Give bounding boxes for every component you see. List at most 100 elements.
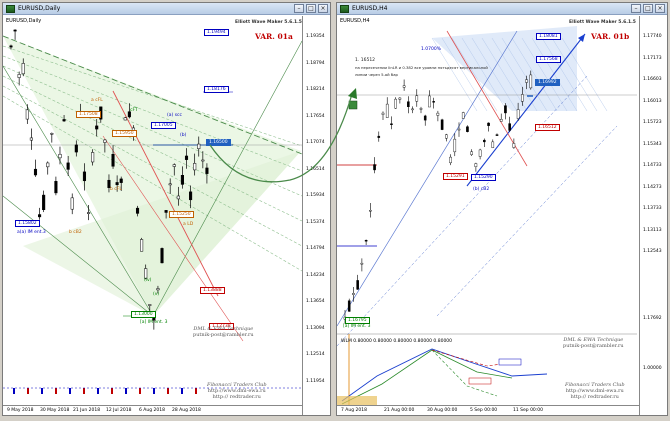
candle-body <box>377 135 381 138</box>
price-tag: 1.19494 <box>204 29 229 36</box>
candle-body <box>144 268 148 279</box>
price-axis-tick: 1.14794 <box>306 246 325 251</box>
histogram-bar <box>55 388 57 394</box>
price-tag: 1.16512 <box>535 124 560 131</box>
price-axis-tick: 1.13654 <box>306 299 325 304</box>
candle-body <box>17 74 21 78</box>
close-button[interactable]: × <box>318 4 328 13</box>
right-chart-window[interactable]: EURUSD,H4 – □ × EURUSD,H4 Elliott Wave M… <box>336 2 668 416</box>
candle-body <box>82 171 87 182</box>
candle-body <box>33 168 38 176</box>
minimize-button[interactable]: – <box>631 4 641 13</box>
price-axis-tick: 1.16514 <box>306 166 325 172</box>
time-highlight <box>337 396 377 405</box>
maximize-button[interactable]: □ <box>306 4 316 13</box>
candle-body <box>423 115 427 121</box>
price-tag: 1.13000 <box>131 311 156 318</box>
left-time-axis[interactable]: 9 May 2018 30 May 2018 21 Jun 2018 12 Jul 2… <box>3 405 302 415</box>
right-time-axis[interactable]: 7 Aug 2018 21 Aug 00:00 30 Aug 00:00 5 Sep … <box>337 405 639 415</box>
wave-label: cFT <box>130 108 138 113</box>
price-axis-tick: 1.13113 <box>643 227 662 233</box>
left-price-axis[interactable]: 1.19354 1.18794 1.18214 1.17654 1.17074 1.165… <box>302 16 330 415</box>
price-axis-tick: 1.17074 <box>306 140 325 145</box>
candle-body <box>74 144 78 153</box>
candle-body <box>352 293 355 295</box>
left-window-titlebar[interactable]: EURUSD,Daily – □ × <box>3 3 330 15</box>
candle-body <box>168 183 172 186</box>
minimize-button[interactable]: – <box>294 4 304 13</box>
time-axis-tick: 21 Jun 2018 <box>73 408 101 413</box>
price-axis-tick: 1.14273 <box>643 184 662 190</box>
price-tag: 1.15250 <box>169 211 194 218</box>
candle-body <box>176 195 180 200</box>
price-tag: 1.15290 <box>471 174 496 181</box>
left-chart-window[interactable]: EURUSD,Daily – □ × EURUSD,Daily Elliott … <box>2 2 331 416</box>
price-axis-tick: 1.19354 <box>306 34 325 39</box>
wave-label: (a) scc <box>167 113 182 118</box>
marker-icon <box>348 100 358 110</box>
right-variant-label: VAR. 01b <box>591 32 630 41</box>
histogram-bar <box>13 388 15 394</box>
candle-body <box>381 112 385 115</box>
candle-body <box>390 123 393 125</box>
candle-body <box>360 262 364 265</box>
right-window-titlebar[interactable]: EURUSD,H4 – □ × <box>337 3 667 15</box>
osc-tag <box>498 358 522 366</box>
candle-body <box>449 156 452 164</box>
price-tag: 1.18176 <box>204 86 229 93</box>
wave-label: [a] IM ent. 3 <box>140 320 168 325</box>
left-symbol-label: EURUSD,Daily <box>6 18 42 24</box>
candle-body <box>156 288 160 291</box>
price-axis-tick: 1.17740 <box>643 34 662 39</box>
close-button[interactable]: × <box>655 4 665 13</box>
price-tag: 1.16500 <box>206 139 231 146</box>
candle-body <box>66 162 70 170</box>
left-indicator-label: Elliott Wave Maker 5.6.1.5 <box>235 20 302 25</box>
candle-body <box>70 197 74 210</box>
analysis-note: на пересечении linLR и 0.382 все уровни … <box>355 65 488 70</box>
candle-body <box>394 98 397 109</box>
osc-tag <box>468 377 492 385</box>
candle-body <box>491 141 495 148</box>
time-axis-tick: 21 Aug 00:00 <box>384 408 415 413</box>
candle-body <box>54 181 58 194</box>
candle-body <box>115 182 119 186</box>
candle-body <box>135 207 140 214</box>
candle-body <box>499 119 503 122</box>
candle-body <box>402 85 406 88</box>
price-tag: 1.17568 <box>536 56 561 63</box>
price-axis-tick: 1.18214 <box>306 87 325 92</box>
left-variant-label: VAR. 01a <box>255 32 293 41</box>
price-axis-tick: 1.16603 <box>643 77 662 82</box>
price-axis-tick: 1.17173 <box>643 55 662 61</box>
right-price-axis[interactable]: 1.17740 1.17173 1.16603 1.16013 1.15723 1.153… <box>639 16 667 415</box>
wave-label: (v) <box>153 292 160 297</box>
price-axis-tick: 1.15343 <box>643 141 662 147</box>
left-chart-area[interactable]: EURUSD,Daily Elliott Wave Maker 5.6.1.5 … <box>3 16 330 415</box>
left-technique-watermark: DML & EWA Technique putnik-post@rambler.… <box>193 326 254 338</box>
oscillator-label: WLM 0.80000 0.80000 0.80000 0.80000 0.80… <box>341 339 453 344</box>
candle-body <box>184 155 189 160</box>
candle-body <box>369 210 372 212</box>
candle-body <box>445 134 448 139</box>
price-axis-tick: 1.15723 <box>643 120 662 125</box>
candle-body <box>21 63 25 75</box>
right-chart-area[interactable]: EURUSD,H4 Elliott Wave Maker 5.6.1.5 VAR… <box>337 16 667 415</box>
histogram-bar <box>97 388 99 394</box>
candle-body <box>180 175 184 185</box>
left-price-chart[interactable] <box>3 16 302 405</box>
candle-body <box>42 194 46 210</box>
maximize-button[interactable]: □ <box>643 4 653 13</box>
candle-body <box>205 167 209 174</box>
candle-body <box>13 29 17 32</box>
candle-body <box>347 300 351 312</box>
club-url-2: http:// redtrader.ru <box>212 394 261 400</box>
candle-body <box>38 214 42 218</box>
time-axis-tick: 28 Aug 2018 <box>172 408 201 413</box>
candle-body <box>419 108 423 110</box>
wave-label: (b) cB2 <box>473 187 490 192</box>
candle-body <box>87 212 91 214</box>
candle-body <box>148 304 152 306</box>
candle-body <box>364 240 368 242</box>
candle-body <box>193 163 197 171</box>
